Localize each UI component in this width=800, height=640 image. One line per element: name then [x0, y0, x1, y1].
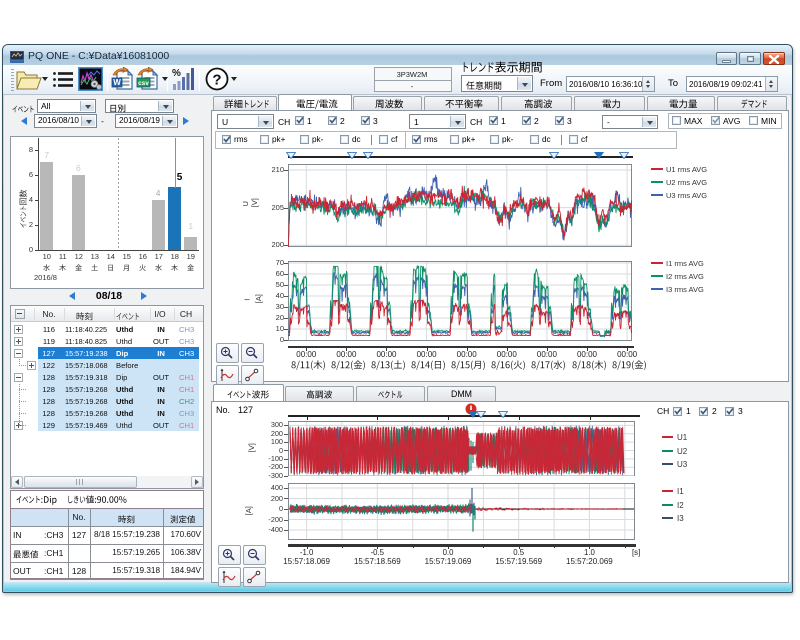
svg-text:?: ? — [212, 72, 221, 89]
svg-text:%: % — [172, 68, 181, 79]
svg-text:W: W — [113, 78, 121, 87]
svg-text:csv: csv — [138, 80, 149, 87]
